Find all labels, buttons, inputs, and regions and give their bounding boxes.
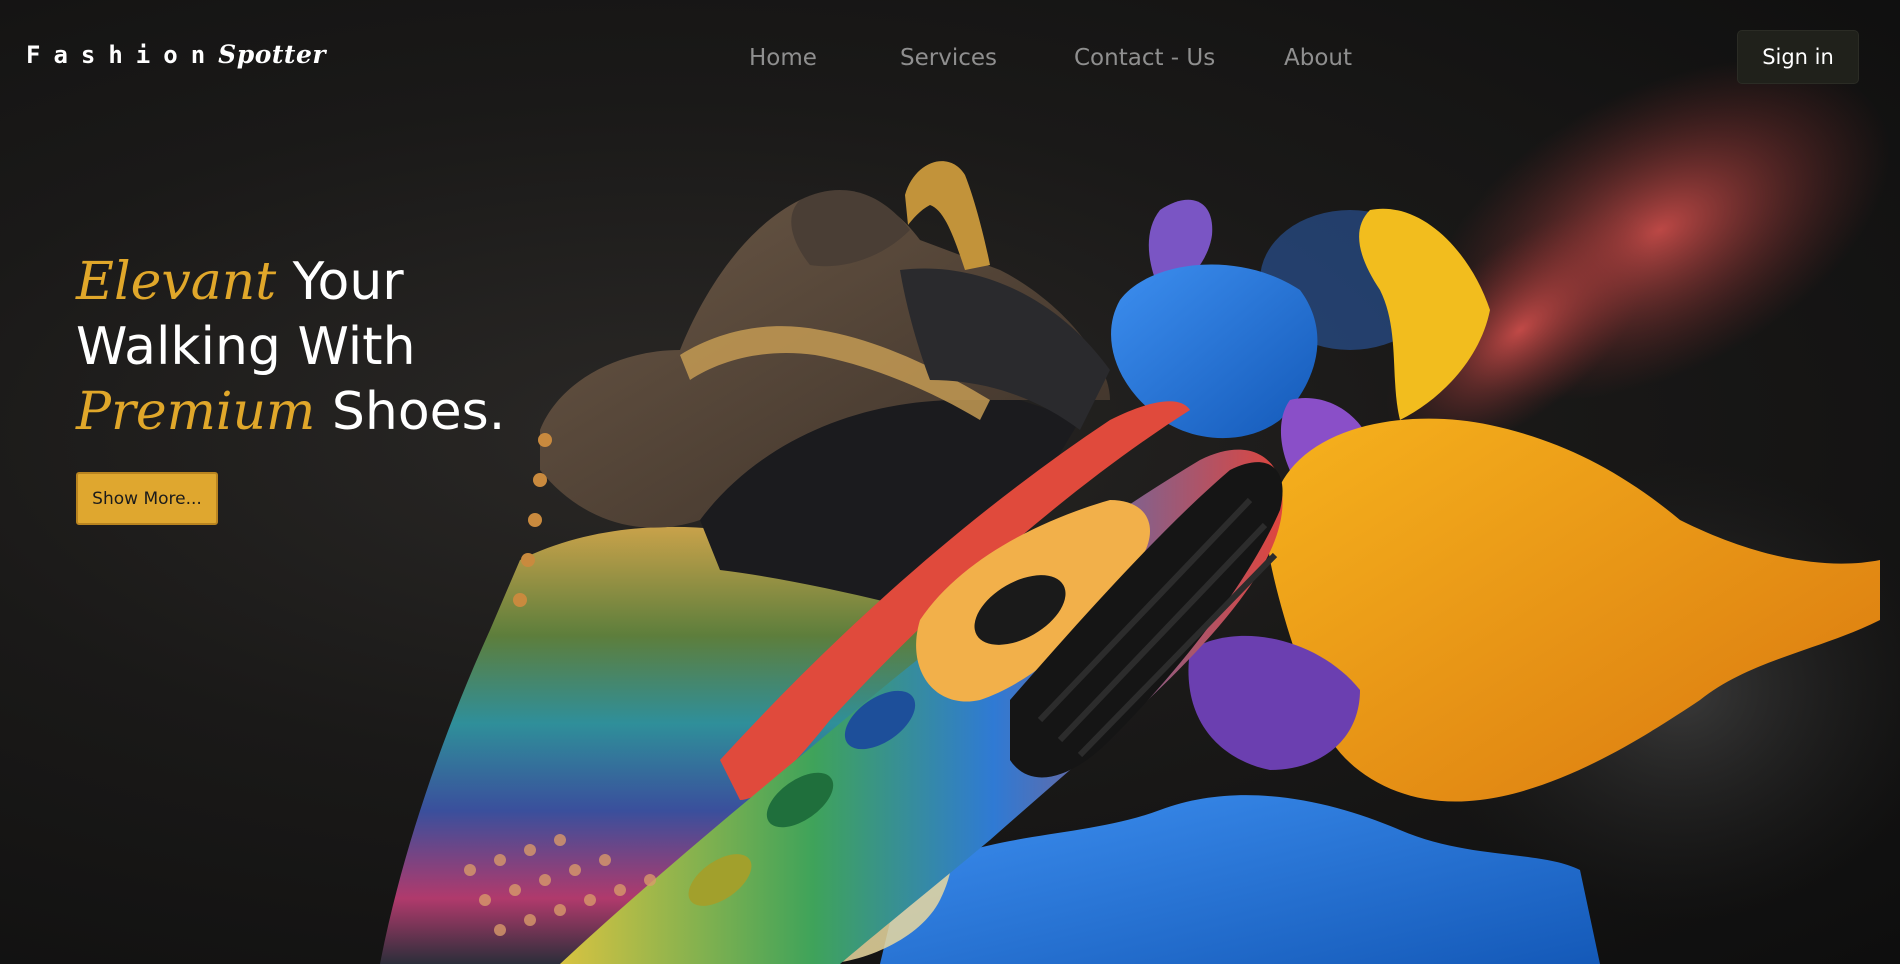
- headline-your: Your: [292, 252, 404, 312]
- nav-contact-link[interactable]: Contact - Us: [1074, 40, 1215, 76]
- nav-services-link[interactable]: Services: [900, 40, 997, 76]
- headline-accent-elevant: Elevant: [76, 252, 277, 312]
- landing-page: Fashion Spotter Home Services Contact - …: [0, 0, 1900, 964]
- hero-sneaker-image: [380, 59, 1900, 964]
- nav-home-link[interactable]: Home: [749, 40, 817, 76]
- headline-shoes: Shoes.: [331, 382, 506, 442]
- nav-about-link[interactable]: About: [1284, 40, 1352, 76]
- hero-headline: Elevant Your Walking With Premium Shoes.: [76, 250, 505, 445]
- headline-accent-premium: Premium: [76, 382, 316, 442]
- show-more-button[interactable]: Show More...: [76, 472, 218, 525]
- main-nav: Home Services Contact - Us About: [0, 40, 1900, 76]
- signin-button[interactable]: Sign in: [1738, 31, 1858, 83]
- headline-walking-with: Walking With: [76, 317, 416, 377]
